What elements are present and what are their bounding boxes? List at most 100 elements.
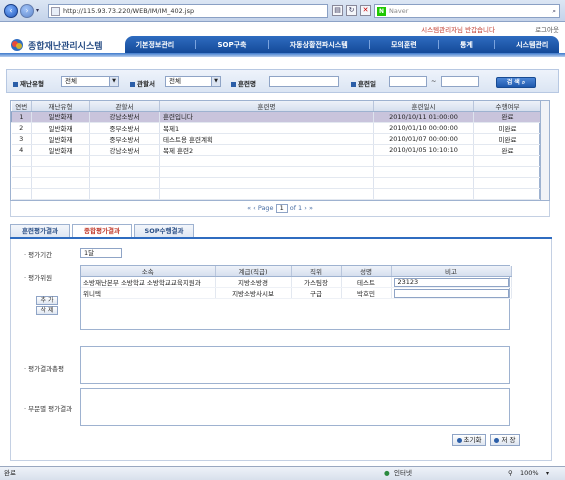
dept-result-label: · 부문별 평가결과	[24, 405, 73, 413]
date-range-separator: ~	[431, 77, 437, 85]
cell-status: 미완료	[473, 133, 542, 145]
disaster-type-select[interactable]: 전체 ▼	[61, 76, 119, 87]
cell-rank: 지방소방사시보	[215, 287, 292, 299]
table-row[interactable]: 1 일반화재 강남소방서 훈련입니다 2010/10/11 01:00:00 완료	[11, 111, 542, 123]
cell-agency: 강남소방서	[89, 144, 160, 156]
menu-item-sop[interactable]: SOP구축	[217, 40, 246, 50]
page-input[interactable]: 1	[275, 203, 288, 213]
summary-label: · 평가결과총평	[24, 365, 65, 373]
cell-training-name: 훈련입니다	[159, 111, 374, 123]
empty-row	[11, 177, 542, 189]
tab-training-eval[interactable]: 훈련평가결과	[10, 224, 70, 237]
browser-status-bar: 완료 ● 인터넷 ⚲ 100% ▾	[0, 466, 565, 480]
zoom-level[interactable]: 100%	[520, 467, 539, 480]
menu-item-auto-broadcast[interactable]: 자동상황전파시스템	[290, 40, 348, 50]
chevron-down-icon: ▼	[211, 77, 220, 86]
col-header-training-name[interactable]: 훈련명	[159, 101, 374, 112]
next-page-icon[interactable]: ›	[304, 204, 307, 212]
cell-name: 박호민	[341, 287, 392, 299]
col-header-disaster-type[interactable]: 재난유형	[31, 101, 90, 112]
training-name-input[interactable]	[269, 76, 339, 87]
cell-name: 테스트	[341, 276, 392, 288]
table-row[interactable]: 2 일반화재 중부소방서 복제1 2010/01/10 00:00:00 미완료	[11, 122, 542, 134]
cell-training-name: 복제1	[159, 122, 374, 134]
cell-disaster-type: 일반화재	[31, 133, 90, 145]
forward-icon[interactable]: ›	[20, 4, 34, 18]
browser-search-input[interactable]: N Naver ⌕	[374, 4, 560, 18]
refresh-icon[interactable]: ↻	[346, 5, 357, 16]
naver-icon: N	[377, 7, 386, 16]
evaluator-table: 소속 계급(직급) 직위 성명 비고 소방재난본부 소방학교 소방학교교육지원과…	[80, 265, 512, 330]
dropdown-icon[interactable]: ▾	[36, 7, 39, 14]
add-button[interactable]: 추 가	[36, 296, 58, 305]
compat-view-icon[interactable]: ▤	[332, 5, 343, 16]
col-header-affiliation: 소속	[81, 266, 216, 277]
last-page-icon[interactable]: »	[309, 204, 313, 212]
cell-agency: 강남소방서	[89, 111, 160, 123]
site-logo[interactable]: 종합재난관리시스템	[10, 36, 140, 54]
zoom-icon: ⚲	[508, 469, 513, 477]
training-name-label: 훈련명	[231, 78, 256, 88]
prev-page-icon[interactable]: ‹	[253, 204, 256, 212]
empty-row	[11, 188, 542, 200]
empty-row	[11, 166, 542, 178]
menu-item-statistics[interactable]: 통계	[460, 40, 473, 50]
col-header-no[interactable]: 연번	[11, 101, 32, 112]
menu-item-mock-training[interactable]: 모의훈련	[391, 40, 417, 50]
menu-item-basic-info[interactable]: 기본정보관리	[136, 40, 175, 50]
period-label: · 평가기간	[24, 251, 53, 259]
date-from-input[interactable]	[389, 76, 427, 87]
cell-affiliation: 위니텍	[81, 287, 216, 299]
col-header-agency[interactable]: 관할서	[89, 101, 160, 112]
table-row[interactable]: 위니텍 지방소방사시보 구급 박호민	[81, 287, 512, 299]
cell-agency: 중부소방서	[89, 122, 160, 134]
globe-icon: ●	[384, 469, 390, 477]
col-header-status[interactable]: 수행여부	[473, 101, 542, 112]
tab-sop-result[interactable]: SOP수행결과	[134, 224, 194, 237]
status-text: 완료	[4, 469, 16, 477]
save-button[interactable]: 저 장	[490, 434, 520, 446]
period-input[interactable]: 1달	[80, 248, 122, 258]
agency-select[interactable]: 전체 ▼	[165, 76, 221, 87]
cell-training-name: 복제 훈련2	[159, 144, 374, 156]
table-row[interactable]: 4 일반화재 강남소방서 복제 훈련2 2010/01/05 10:10:10 완료	[11, 144, 542, 156]
remarks-input[interactable]	[393, 288, 509, 298]
table-row[interactable]: 소방재난본부 소방학교 소방학교교육지원과 지방소방경 가스팀장 테스트 231…	[81, 276, 512, 288]
search-button[interactable]: 검 색 ⌕	[496, 77, 536, 88]
summary-textarea[interactable]	[80, 346, 510, 384]
reset-button[interactable]: 초기화	[452, 434, 486, 446]
chevron-down-icon[interactable]: ▾	[546, 467, 549, 480]
header-divider	[0, 53, 565, 57]
col-header-remarks: 비고	[391, 266, 512, 277]
cell-training-date: 2010/01/05 10:10:10	[373, 144, 474, 156]
cell-training-date: 2010/01/07 00:00:00	[373, 133, 474, 145]
cell-rank: 지방소방경	[215, 276, 292, 288]
back-icon[interactable]: ‹	[4, 4, 18, 18]
col-header-name: 성명	[341, 266, 392, 277]
logout-link[interactable]: 로그아웃	[535, 24, 559, 34]
cell-status: 완료	[473, 111, 542, 123]
table-row[interactable]: 3 일반화재 중부소방서 테스트용 훈련계획 2010/01/07 00:00:00 미완…	[11, 133, 542, 145]
col-header-position: 직위	[291, 266, 342, 277]
cell-position: 가스팀장	[291, 276, 342, 288]
cell-training-date: 2010/10/11 01:00:00	[373, 111, 474, 123]
cell-remarks: 23123	[391, 276, 512, 288]
stop-icon[interactable]: ✕	[360, 5, 371, 16]
search-panel: 재난유형 전체 ▼ 관할서 전체 ▼ 훈련명 훈련일 ~ 검 색 ⌕	[6, 69, 559, 93]
remarks-input[interactable]: 23123	[393, 277, 509, 287]
browser-toolbar: ‹ › ▾ http://115.93.73.220/WEB/IM/IM_402…	[0, 0, 565, 22]
evaluator-label: · 평가위원	[24, 274, 53, 282]
page-total: of 1	[289, 204, 303, 212]
address-bar[interactable]: http://115.93.73.220/WEB/IM/IM_402.jsp	[48, 4, 328, 18]
menu-item-system[interactable]: 시스템관리	[516, 40, 548, 50]
cell-disaster-type: 일반화재	[31, 122, 90, 134]
dept-result-textarea[interactable]	[80, 388, 510, 426]
search-icon[interactable]: ⌕	[552, 5, 556, 17]
first-page-icon[interactable]: «	[247, 204, 251, 212]
tab-overall-eval[interactable]: 종합평가결과	[72, 224, 132, 237]
cell-position: 구급	[291, 287, 342, 299]
date-to-input[interactable]	[441, 76, 479, 87]
grid-scrollbar[interactable]	[540, 100, 550, 201]
delete-button[interactable]: 삭 제	[36, 306, 58, 315]
col-header-training-date[interactable]: 훈련일시	[373, 101, 474, 112]
